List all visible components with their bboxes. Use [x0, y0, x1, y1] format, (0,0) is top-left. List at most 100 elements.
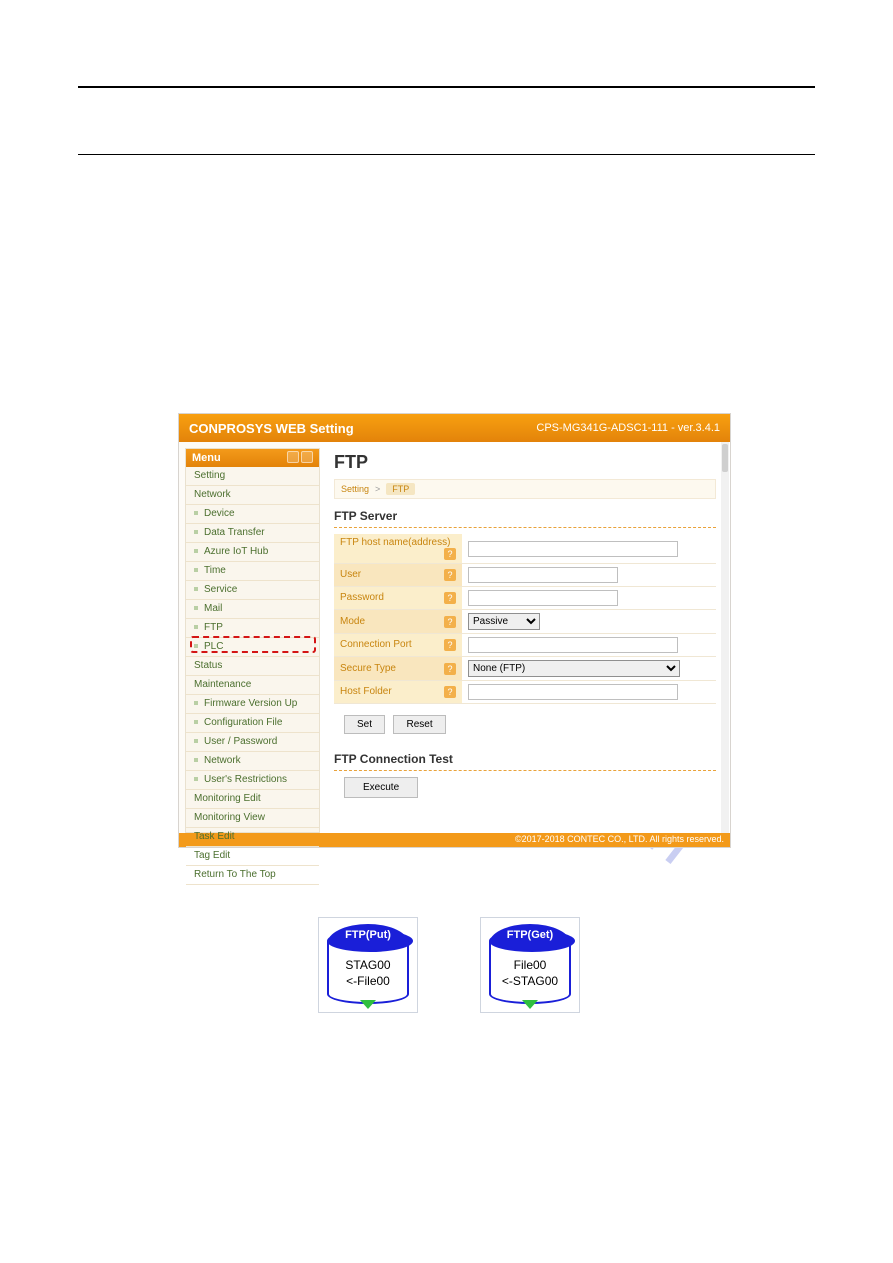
form-label: Connection Port? [334, 634, 462, 657]
scrollbar-vertical[interactable] [721, 442, 729, 833]
input-connection-port[interactable] [468, 637, 678, 653]
form-row: Host Folder? [334, 681, 716, 704]
help-icon[interactable]: ? [444, 686, 456, 698]
thin-rule [78, 154, 815, 155]
sidebar-item-configuration-file[interactable]: Configuration File [186, 714, 319, 733]
ftp-put-caption: FTP(Put) [327, 924, 409, 944]
form-field-cell [462, 587, 716, 610]
set-button[interactable]: Set [344, 715, 385, 734]
input-ftp-host-name-address-[interactable] [468, 541, 678, 557]
sidebar-item-user-password[interactable]: User / Password [186, 733, 319, 752]
sidebar-item-data-transfer[interactable]: Data Transfer [186, 524, 319, 543]
expand-icon[interactable] [287, 451, 299, 463]
sidebar-item-device[interactable]: Device [186, 505, 319, 524]
form-field-cell [462, 634, 716, 657]
menu-header-label: Menu [192, 452, 221, 464]
form-buttons: Set Reset [344, 714, 716, 734]
form-label: FTP host name(address)? [334, 534, 462, 564]
reset-button[interactable]: Reset [393, 715, 445, 734]
sidebar-item-plc[interactable]: PLC [186, 638, 319, 657]
model-version: CPS-MG341G-ADSC1-111 - ver.3.4.1 [536, 422, 720, 434]
sidebar-item-monitoring-edit[interactable]: Monitoring Edit [186, 790, 319, 809]
select-mode[interactable]: Passive [468, 613, 540, 630]
form-row: Secure Type? None (FTP) [334, 657, 716, 681]
input-host-folder[interactable] [468, 684, 678, 700]
content-pane: FTP Setting > FTP FTP Server FTP host na… [320, 442, 730, 833]
sidebar-item-network[interactable]: Network [186, 752, 319, 771]
ftp-get-block: FTP(Get) File00 <-STAG00 [480, 917, 580, 1013]
section-divider [334, 527, 716, 528]
page-title: FTP [334, 452, 716, 473]
side-menu: Menu SettingNetworkDeviceData TransferAz… [185, 448, 320, 833]
form-label: Mode? [334, 610, 462, 634]
ftp-diagrams: FTP(Put) STAG00 <-File00 FTP(Get) File00… [318, 917, 580, 1013]
form-field-cell: Passive [462, 610, 716, 634]
embedded-screenshot: CONPROSYS WEB Setting CPS-MG341G-ADSC1-1… [178, 413, 731, 848]
execute-button[interactable]: Execute [344, 777, 418, 798]
menu-list: SettingNetworkDeviceData TransferAzure I… [186, 467, 319, 885]
sidebar-item-task-edit[interactable]: Task Edit [186, 828, 319, 847]
form-label: Password? [334, 587, 462, 610]
help-icon[interactable]: ? [444, 569, 456, 581]
section-ftp-server: FTP Server [334, 509, 716, 523]
sidebar-item-time[interactable]: Time [186, 562, 319, 581]
sidebar-item-firmware-version-up[interactable]: Firmware Version Up [186, 695, 319, 714]
menu-header: Menu [186, 449, 319, 467]
breadcrumb: Setting > FTP [334, 479, 716, 499]
form-field-cell [462, 681, 716, 704]
breadcrumb-a[interactable]: Setting [341, 484, 369, 494]
sidebar-item-service[interactable]: Service [186, 581, 319, 600]
form-row: Connection Port? [334, 634, 716, 657]
scrollbar-thumb[interactable] [722, 444, 728, 472]
ftp-get-line1: File00 [481, 958, 579, 972]
form-row: FTP host name(address)? [334, 534, 716, 564]
input-user[interactable] [468, 567, 618, 583]
sidebar-item-ftp[interactable]: FTP [186, 619, 319, 638]
ftp-form: FTP host name(address)?User?Password?Mod… [334, 534, 716, 704]
sidebar-item-monitoring-view[interactable]: Monitoring View [186, 809, 319, 828]
breadcrumb-b: FTP [386, 483, 415, 495]
form-row: User? [334, 564, 716, 587]
sidebar-item-return-to-the-top[interactable]: Return To The Top [186, 866, 319, 885]
form-row: Mode? Passive [334, 610, 716, 634]
ftp-get-caption: FTP(Get) [489, 924, 571, 944]
screenshot-body: Menu SettingNetworkDeviceData TransferAz… [179, 442, 730, 833]
document-page: manualshive.com CONPROSYS WEB Setting CP… [0, 0, 893, 1263]
help-icon[interactable]: ? [444, 639, 456, 651]
form-label: Host Folder? [334, 681, 462, 704]
sidebar-item-setting[interactable]: Setting [186, 467, 319, 486]
help-icon[interactable]: ? [444, 548, 456, 560]
top-rule [78, 86, 815, 88]
sidebar-item-mail[interactable]: Mail [186, 600, 319, 619]
sidebar-item-user-s-restrictions[interactable]: User's Restrictions [186, 771, 319, 790]
form-field-cell [462, 534, 716, 564]
help-icon[interactable]: ? [444, 616, 456, 628]
app-titlebar: CONPROSYS WEB Setting CPS-MG341G-ADSC1-1… [179, 414, 730, 442]
down-triangle-icon [360, 1000, 376, 1009]
collapse-icon[interactable] [301, 451, 313, 463]
form-field-cell [462, 564, 716, 587]
sidebar-item-azure-iot-hub[interactable]: Azure IoT Hub [186, 543, 319, 562]
form-label: Secure Type? [334, 657, 462, 681]
help-icon[interactable]: ? [444, 663, 456, 675]
sidebar-item-status[interactable]: Status [186, 657, 319, 676]
section-connection-test: FTP Connection Test [334, 752, 716, 766]
ftp-put-line2: <-File00 [319, 974, 417, 988]
sidebar-item-network[interactable]: Network [186, 486, 319, 505]
form-row: Password? [334, 587, 716, 610]
form-field-cell: None (FTP) [462, 657, 716, 681]
ftp-put-line1: STAG00 [319, 958, 417, 972]
input-password[interactable] [468, 590, 618, 606]
execute-row: Execute [344, 777, 716, 798]
down-triangle-icon [522, 1000, 538, 1009]
section-divider-2 [334, 770, 716, 771]
breadcrumb-sep: > [375, 484, 380, 494]
menu-header-icons [285, 451, 313, 466]
app-title: CONPROSYS WEB Setting [189, 421, 354, 436]
ftp-get-line2: <-STAG00 [481, 974, 579, 988]
select-secure-type[interactable]: None (FTP) [468, 660, 680, 677]
sidebar-item-maintenance[interactable]: Maintenance [186, 676, 319, 695]
help-icon[interactable]: ? [444, 592, 456, 604]
sidebar-item-tag-edit[interactable]: Tag Edit [186, 847, 319, 866]
form-label: User? [334, 564, 462, 587]
